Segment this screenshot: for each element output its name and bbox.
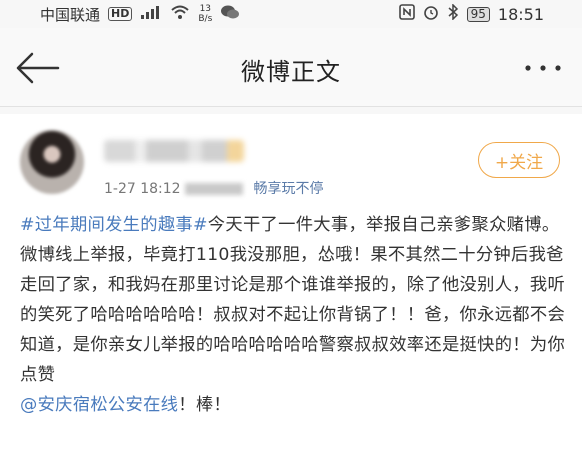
post-body: #过年期间发生的趣事#今天干了一件大事，举报自己亲爹聚众赌博。微博线上举报，毕竟… — [20, 210, 566, 420]
mention-link[interactable]: @安庆宿松公安在线 — [20, 395, 178, 415]
wechat-icon — [220, 4, 240, 24]
speed-value: 13 — [199, 4, 212, 14]
username-redacted[interactable] — [104, 140, 244, 162]
post-text-main: 今天干了一件大事，举报自己亲爹聚众赌博。微博线上举报，毕竟打110我没那胆，怂哦… — [20, 215, 566, 385]
status-bar: 中国联通 HD 13 B/s 95 18:51 — [0, 0, 582, 28]
more-options-icon[interactable] — [522, 58, 564, 78]
network-speed: 13 B/s — [198, 4, 212, 24]
device-redacted — [185, 183, 244, 195]
battery-indicator: 95 — [466, 6, 490, 22]
hd-badge: HD — [108, 7, 133, 21]
avatar[interactable] — [20, 130, 84, 194]
wifi-icon — [170, 4, 190, 24]
nfc-icon — [398, 4, 415, 24]
signal-icon — [140, 5, 162, 23]
alarm-icon — [423, 4, 439, 24]
clock: 18:51 — [497, 4, 544, 24]
post-card: 1-27 18:12 畅享玩不停 +关注 #过年期间发生的趣事#今天干了一件大事… — [0, 114, 582, 464]
nav-bar: 微博正文 — [0, 28, 582, 107]
post-text-end: ！棒！ — [178, 395, 231, 415]
page-title: 微博正文 — [241, 58, 341, 86]
follow-button[interactable]: +关注 — [478, 142, 560, 178]
carrier-label: 中国联通 — [40, 5, 101, 24]
status-right: 95 18:51 — [398, 3, 582, 24]
post-time: 1-27 18:12 — [104, 181, 181, 197]
status-left: 中国联通 HD 13 B/s — [0, 4, 240, 25]
post-meta: 1-27 18:12 畅享玩不停 — [104, 178, 323, 198]
hashtag-link[interactable]: #过年期间发生的趣事# — [20, 215, 208, 235]
bluetooth-icon — [447, 3, 459, 24]
post-source[interactable]: 畅享玩不停 — [253, 181, 323, 197]
speed-unit: B/s — [198, 14, 213, 24]
